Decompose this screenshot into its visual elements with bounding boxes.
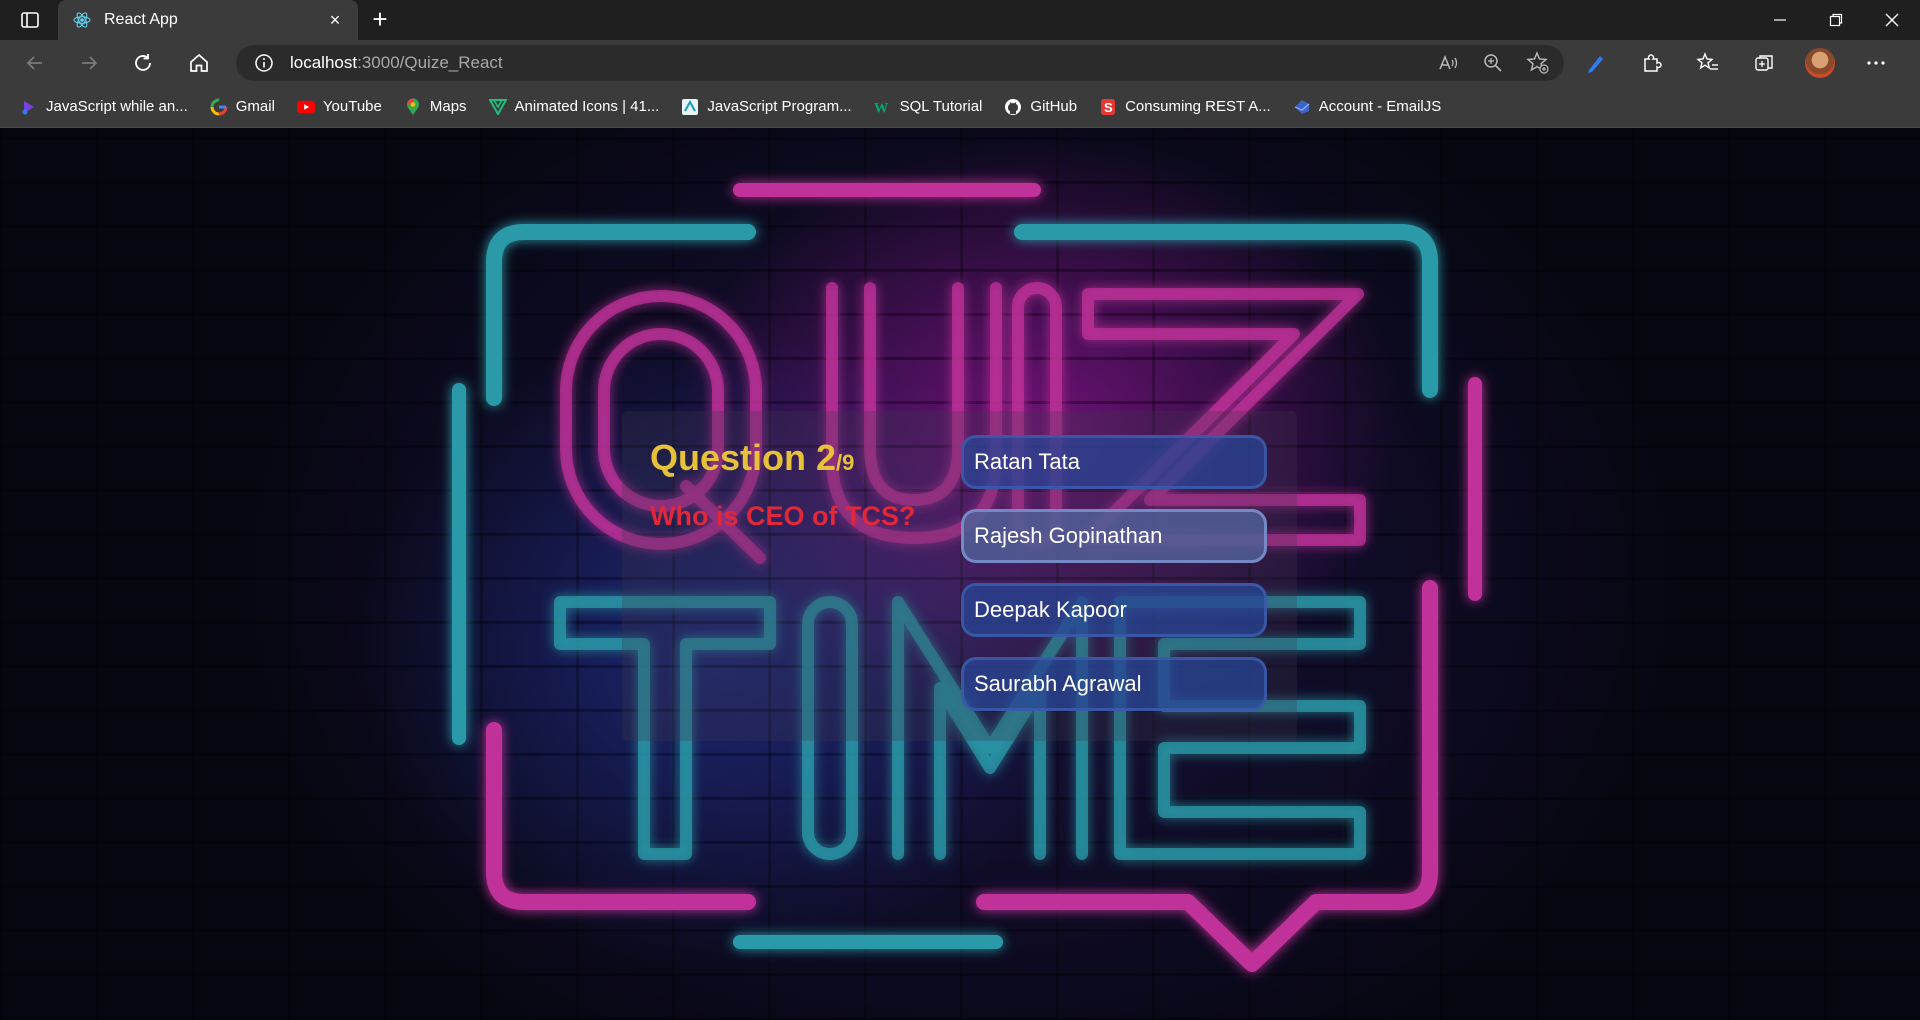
bookmark-item[interactable]: Animated Icons | 41... bbox=[488, 98, 660, 116]
bookmark-label: JavaScript while an... bbox=[46, 98, 188, 115]
forward-button[interactable] bbox=[72, 46, 106, 80]
tab-strip: React App × + bbox=[0, 0, 1920, 40]
extensions-button[interactable] bbox=[1634, 46, 1670, 80]
minimize-icon bbox=[1774, 19, 1786, 21]
answer-button[interactable]: Ratan Tata bbox=[961, 435, 1267, 489]
bookmark-item[interactable]: GitHub bbox=[1004, 98, 1077, 116]
zoom-icon[interactable] bbox=[1482, 52, 1504, 74]
minimize-button[interactable] bbox=[1752, 0, 1808, 40]
window-controls bbox=[1752, 0, 1920, 40]
home-icon bbox=[190, 53, 208, 72]
answer-button-selected[interactable]: Rajesh Gopinathan bbox=[961, 509, 1267, 563]
url-path: :3000/Quize_React bbox=[357, 53, 503, 72]
profile-button[interactable] bbox=[1802, 46, 1838, 80]
close-window-button[interactable] bbox=[1864, 0, 1920, 40]
browser-tab-active[interactable]: React App × bbox=[58, 0, 358, 40]
react-icon bbox=[73, 12, 91, 28]
youtube-icon bbox=[296, 98, 315, 116]
question-count: Question 2/9 bbox=[650, 437, 940, 479]
favorites-list-icon bbox=[1696, 52, 1718, 70]
svg-text:W: W bbox=[874, 100, 889, 115]
bookmark-item[interactable]: Gmail bbox=[210, 98, 275, 116]
tab-actions-icon bbox=[21, 12, 39, 28]
question-text: Who is CEO of TCS? bbox=[650, 501, 916, 531]
bookmark-item[interactable]: JavaScript while an... bbox=[20, 98, 188, 116]
bookmark-item[interactable]: JavaScript Program... bbox=[681, 98, 852, 116]
bookmark-label: Maps bbox=[429, 98, 467, 115]
bookmark-label: SQL Tutorial bbox=[899, 98, 983, 115]
page-viewport: Question 2/9 Who is CEO of TCS? Ratan Ta… bbox=[0, 128, 1920, 1020]
url-host: localhost bbox=[290, 53, 358, 72]
answer-button[interactable]: Saurabh Agrawal bbox=[961, 657, 1267, 711]
question-section: Question 2/9 Who is CEO of TCS? bbox=[650, 437, 940, 532]
js-program-icon bbox=[681, 98, 699, 116]
bookmark-label: YouTube bbox=[322, 98, 382, 115]
bookmarks-bar: JavaScript while an... Gmail YouTube Map… bbox=[0, 86, 1920, 128]
navigation-bar: localhost:3000/Quize_React bbox=[0, 40, 1920, 86]
new-tab-button[interactable]: + bbox=[366, 6, 394, 34]
bookmark-item[interactable]: Maps bbox=[404, 98, 467, 116]
refresh-button[interactable] bbox=[126, 46, 160, 80]
back-button[interactable] bbox=[18, 46, 52, 80]
quiz-card: Question 2/9 Who is CEO of TCS? Ratan Ta… bbox=[622, 411, 1297, 741]
bookmark-label: Account - EmailJS bbox=[1318, 98, 1442, 115]
google-icon bbox=[210, 98, 228, 116]
answer-section: Ratan Tata Rajesh Gopinathan Deepak Kapo… bbox=[961, 435, 1267, 711]
tab-title: React App bbox=[104, 11, 178, 28]
question-number: Question 2 bbox=[650, 437, 837, 478]
restore-button[interactable] bbox=[1808, 0, 1864, 40]
close-tab-icon[interactable]: × bbox=[326, 11, 344, 29]
rest-icon: S bbox=[1099, 98, 1117, 116]
bookmark-label: Consuming REST A... bbox=[1125, 98, 1271, 115]
copilot-button[interactable] bbox=[1578, 46, 1614, 80]
maps-icon bbox=[404, 98, 422, 116]
answer-button[interactable]: Deepak Kapoor bbox=[961, 583, 1267, 637]
read-aloud-icon[interactable] bbox=[1438, 52, 1460, 74]
svg-text:S: S bbox=[1104, 100, 1113, 115]
tab-actions-button[interactable] bbox=[10, 6, 50, 34]
emailjs-icon bbox=[1293, 98, 1311, 116]
home-button[interactable] bbox=[182, 46, 216, 80]
collections-icon bbox=[1755, 55, 1773, 71]
bookmark-label: JavaScript Program... bbox=[707, 98, 852, 115]
refresh-icon bbox=[135, 54, 151, 71]
bookmark-item[interactable]: YouTube bbox=[296, 98, 382, 116]
puzzle-icon bbox=[1644, 54, 1662, 72]
collections-button[interactable] bbox=[1746, 46, 1782, 80]
bookmark-item[interactable]: S Consuming REST A... bbox=[1099, 98, 1271, 116]
bookmark-label: GitHub bbox=[1030, 98, 1078, 115]
avatar bbox=[1805, 48, 1835, 78]
address-bar[interactable]: localhost:3000/Quize_React bbox=[236, 45, 1564, 81]
forward-arrow-icon bbox=[82, 56, 98, 70]
github-icon bbox=[1004, 98, 1022, 116]
close-icon bbox=[1885, 13, 1899, 27]
w3schools-icon: W bbox=[874, 98, 892, 116]
site-info-icon[interactable] bbox=[254, 53, 274, 73]
animated-icons-icon bbox=[488, 98, 507, 116]
restore-icon bbox=[1829, 13, 1843, 27]
back-arrow-icon bbox=[26, 56, 42, 70]
more-horizontal-icon bbox=[1867, 61, 1885, 65]
js-bookmark-icon bbox=[20, 98, 38, 116]
add-favorite-icon[interactable] bbox=[1526, 51, 1550, 75]
bookmark-label: Animated Icons | 41... bbox=[514, 98, 660, 115]
bookmark-item[interactable]: W SQL Tutorial bbox=[874, 98, 983, 116]
favorites-button[interactable] bbox=[1690, 46, 1726, 80]
bookmark-label: Gmail bbox=[235, 98, 275, 115]
question-total: /9 bbox=[836, 450, 855, 475]
bookmark-item[interactable]: Account - EmailJS bbox=[1293, 98, 1442, 116]
pen-icon bbox=[1588, 56, 1603, 73]
more-menu-button[interactable] bbox=[1858, 46, 1894, 80]
